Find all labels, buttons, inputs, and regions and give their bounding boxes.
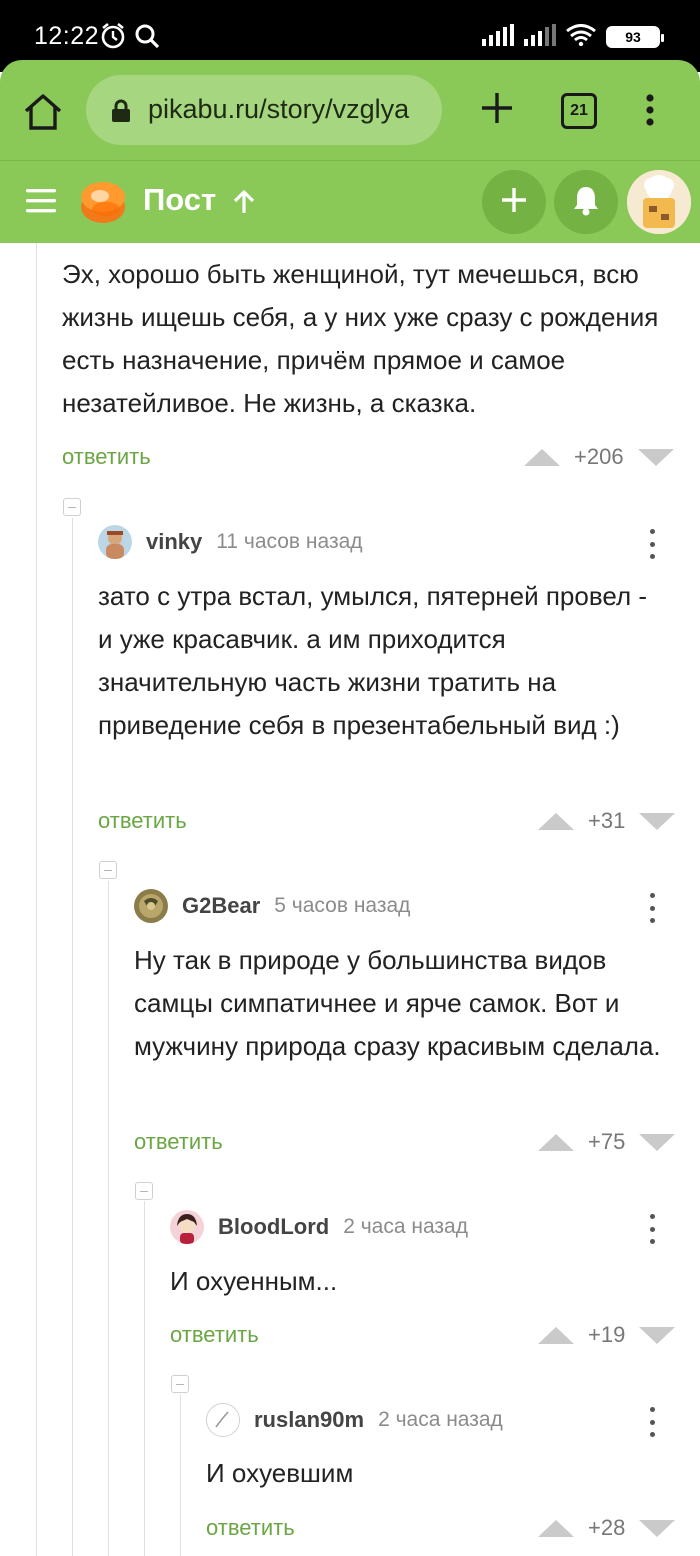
wifi-icon (566, 23, 596, 51)
comment-text: Эх, хорошо быть женщиной, тут мечешься, … (62, 259, 659, 418)
avatar[interactable] (206, 1403, 240, 1437)
more-icon[interactable] (638, 90, 662, 130)
thread-line (72, 518, 73, 1556)
vote-up-icon[interactable] (524, 448, 560, 466)
comment-menu-icon[interactable] (647, 529, 657, 559)
comments-section: Эх, хорошо быть женщиной, тут мечешься, … (0, 243, 700, 1556)
comment-rating: +206 (524, 443, 674, 471)
lock-icon (110, 99, 132, 128)
collapse-button[interactable] (171, 1375, 189, 1393)
vote-down-icon[interactable] (637, 448, 674, 466)
status-time: 12:22 (34, 22, 100, 50)
tabs-icon[interactable]: 21 (561, 93, 597, 129)
avatar[interactable] (170, 1210, 204, 1244)
comment-time: 5 часов назад (274, 894, 411, 917)
comment-header: ruslan90m 2 часа назад (206, 1402, 503, 1438)
comment-time: 2 часа назад (343, 1215, 468, 1238)
battery-icon: 93 (606, 26, 664, 48)
reply-button[interactable]: ответить (206, 1515, 295, 1541)
vote-up-icon[interactable] (538, 812, 574, 830)
vote-count: +206 (574, 444, 624, 469)
vote-count: +75 (588, 1129, 626, 1154)
comment-author[interactable]: vinky (146, 529, 202, 555)
menu-icon[interactable] (26, 188, 56, 214)
vote-down-icon[interactable] (639, 1133, 676, 1151)
home-icon[interactable] (22, 92, 64, 132)
reply-button[interactable]: ответить (98, 808, 187, 834)
comment-time: 2 часа назад (378, 1408, 503, 1431)
avatar[interactable] (98, 525, 132, 559)
signal-icon (524, 23, 556, 51)
notifications-button[interactable] (554, 170, 618, 234)
bell-icon (571, 184, 601, 221)
browser-toolbar: pikabu.ru/story/vzglya 21 (0, 60, 700, 160)
tab-count: 21 (570, 102, 588, 119)
search-icon (134, 22, 160, 55)
reply-button[interactable]: ответить (170, 1322, 259, 1348)
add-post-button[interactable] (482, 170, 546, 234)
comment-text: зато с утра встал, умылся, пятерней пров… (98, 581, 647, 740)
comment-text: И охуенным... (170, 1266, 338, 1296)
comment-menu-icon[interactable] (647, 893, 657, 923)
avatar[interactable] (134, 889, 168, 923)
comment-header: BloodLord 2 часа назад (170, 1209, 468, 1245)
add-icon (500, 186, 528, 219)
comment-rating: +31 (538, 807, 676, 835)
vote-up-icon[interactable] (538, 1519, 574, 1537)
comment-menu-icon[interactable] (647, 1214, 657, 1244)
thread-line (108, 881, 109, 1556)
comment-header: G2Bear 5 часов назад (134, 888, 410, 924)
vote-count: +28 (588, 1515, 626, 1540)
vote-down-icon[interactable] (639, 1519, 676, 1537)
comment-rating: +19 (538, 1321, 676, 1349)
reply-button[interactable]: ответить (134, 1129, 223, 1155)
comment-author[interactable]: BloodLord (218, 1214, 329, 1240)
comment-rating: +28 (538, 1514, 676, 1542)
comment-header: vinky 11 часов назад (98, 524, 363, 560)
alarm-icon (100, 22, 126, 55)
thread-line (144, 1201, 145, 1556)
vote-up-icon[interactable] (538, 1326, 574, 1344)
url-text: pikabu.ru/story/vzglya (148, 94, 410, 124)
battery-level: 93 (625, 29, 641, 45)
pikabu-logo[interactable] (78, 177, 128, 225)
site-header: Пост (0, 160, 700, 243)
vote-count: +31 (588, 808, 626, 833)
new-tab-icon[interactable] (477, 88, 517, 128)
comment-rating: +75 (538, 1128, 676, 1156)
signal-icon (482, 23, 514, 51)
arrow-up-icon[interactable] (232, 189, 256, 215)
comment-author[interactable]: G2Bear (182, 893, 260, 919)
vote-down-icon[interactable] (639, 1326, 676, 1344)
vote-down-icon[interactable] (639, 812, 676, 830)
avatar[interactable] (627, 170, 691, 234)
comment-time: 11 часов назад (216, 530, 363, 553)
comment-text: И охуевшим (206, 1458, 354, 1488)
vote-count: +19 (588, 1322, 626, 1347)
page-title: Пост (143, 182, 217, 217)
collapse-button[interactable] (63, 498, 81, 516)
thread-line (36, 243, 37, 1556)
vote-up-icon[interactable] (538, 1133, 574, 1151)
collapse-button[interactable] (99, 861, 117, 879)
thread-line (180, 1394, 181, 1556)
url-bar[interactable]: pikabu.ru/story/vzglya (86, 75, 442, 145)
reply-button[interactable]: ответить (62, 444, 151, 470)
comment-author[interactable]: ruslan90m (254, 1407, 364, 1433)
comment-text: Ну так в природе у большинства видов сам… (134, 945, 661, 1061)
comment-menu-icon[interactable] (647, 1407, 657, 1437)
collapse-button[interactable] (135, 1182, 153, 1200)
